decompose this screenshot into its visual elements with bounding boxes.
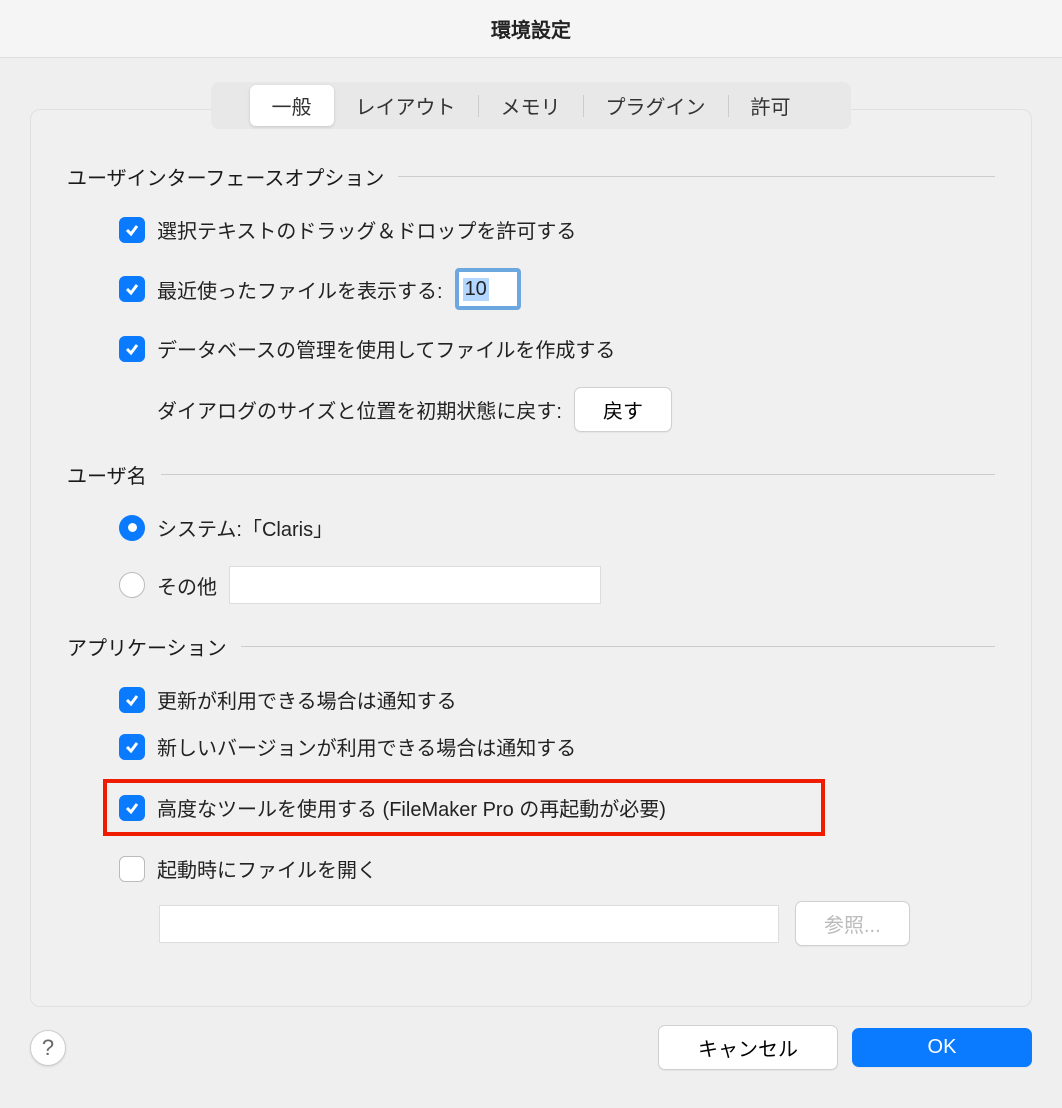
section-application: アプリケーション 更新が利用できる場合は通知する 新しいバージョンが利用できる場… bbox=[67, 632, 995, 946]
check-icon bbox=[124, 800, 140, 816]
label-system-username: システム:「Claris」 bbox=[157, 513, 333, 542]
highlighted-option: 高度なツールを使用する (FileMaker Pro の再起動が必要) bbox=[103, 779, 825, 836]
label-notify-update: 更新が利用できる場合は通知する bbox=[157, 685, 457, 714]
label-other-username: その他 bbox=[157, 571, 217, 600]
tab-plugins[interactable]: プラグイン bbox=[584, 85, 728, 126]
dialog-footer: ? キャンセル OK bbox=[0, 1007, 1062, 1092]
checkbox-allow-drag-drop[interactable] bbox=[119, 217, 145, 243]
tab-layout[interactable]: レイアウト bbox=[334, 85, 478, 126]
tab-general[interactable]: 一般 bbox=[250, 85, 334, 126]
section-username: ユーザ名 システム:「Claris」 その他 bbox=[67, 460, 995, 604]
input-other-username[interactable] bbox=[229, 566, 601, 604]
input-recent-count-value: 10 bbox=[463, 278, 489, 301]
check-icon bbox=[124, 222, 140, 238]
checkbox-open-on-startup[interactable] bbox=[119, 856, 145, 882]
label-create-with-manage: データベースの管理を使用してファイルを作成する bbox=[157, 334, 615, 363]
label-allow-drag-drop: 選択テキストのドラッグ＆ドロップを許可する bbox=[157, 215, 576, 244]
input-recent-count[interactable]: 10 bbox=[455, 268, 521, 310]
window-title-bar: 環境設定 bbox=[0, 0, 1062, 58]
check-icon bbox=[124, 281, 140, 297]
checkbox-show-recent[interactable] bbox=[119, 276, 145, 302]
section-divider bbox=[161, 474, 995, 475]
ok-button[interactable]: OK bbox=[852, 1028, 1032, 1067]
section-title-application: アプリケーション bbox=[67, 632, 227, 661]
radio-system-username[interactable] bbox=[119, 515, 145, 541]
section-divider bbox=[241, 646, 995, 647]
check-icon bbox=[124, 692, 140, 708]
check-icon bbox=[124, 739, 140, 755]
checkbox-notify-new-version[interactable] bbox=[119, 734, 145, 760]
label-reset-dialog: ダイアログのサイズと位置を初期状態に戻す: bbox=[157, 395, 562, 424]
browse-button[interactable]: 参照... bbox=[795, 901, 910, 946]
check-icon bbox=[124, 341, 140, 357]
section-title-ui: ユーザインターフェースオプション bbox=[67, 162, 384, 191]
label-advanced-tools: 高度なツールを使用する (FileMaker Pro の再起動が必要) bbox=[157, 793, 666, 822]
checkbox-notify-update[interactable] bbox=[119, 687, 145, 713]
window-title: 環境設定 bbox=[491, 14, 571, 43]
label-notify-new-version: 新しいバージョンが利用できる場合は通知する bbox=[157, 732, 576, 761]
section-title-username: ユーザ名 bbox=[67, 460, 147, 489]
tab-permit[interactable]: 許可 bbox=[729, 85, 813, 126]
section-divider bbox=[398, 176, 995, 177]
cancel-button[interactable]: キャンセル bbox=[658, 1025, 838, 1070]
radio-other-username[interactable] bbox=[119, 572, 145, 598]
label-open-on-startup: 起動時にファイルを開く bbox=[157, 854, 377, 883]
help-button[interactable]: ? bbox=[30, 1030, 66, 1066]
settings-panel: ユーザインターフェースオプション 選択テキストのドラッグ＆ドロップを許可する 最… bbox=[30, 109, 1032, 1007]
checkbox-advanced-tools[interactable] bbox=[119, 795, 145, 821]
help-icon: ? bbox=[42, 1035, 54, 1061]
reset-dialogs-button[interactable]: 戻す bbox=[574, 387, 672, 432]
checkbox-create-with-manage[interactable] bbox=[119, 336, 145, 362]
input-startup-file[interactable] bbox=[159, 905, 779, 943]
tab-memory[interactable]: メモリ bbox=[479, 85, 583, 126]
tab-bar: 一般 レイアウト メモリ プラグイン 許可 bbox=[211, 82, 851, 129]
label-show-recent: 最近使ったファイルを表示する: bbox=[157, 275, 443, 304]
section-ui-options: ユーザインターフェースオプション 選択テキストのドラッグ＆ドロップを許可する 最… bbox=[67, 162, 995, 432]
